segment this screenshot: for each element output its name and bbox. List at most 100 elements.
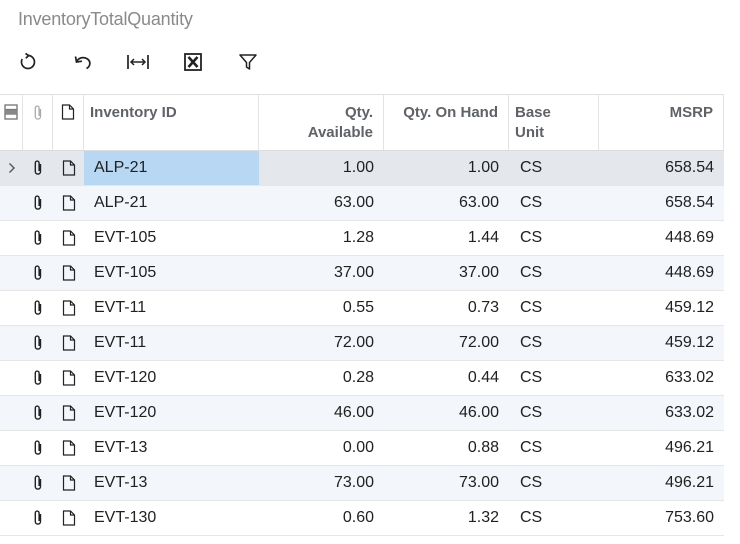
row-selector[interactable]	[0, 256, 23, 290]
cell-qty-available[interactable]: 1.00	[259, 151, 384, 185]
cell-qty-on-hand[interactable]: 63.00	[384, 186, 509, 220]
cell-base-unit[interactable]: CS	[509, 151, 599, 185]
table-row[interactable]: ALP-21 63.00 63.00 CS 658.54	[0, 186, 724, 221]
row-attachment-button[interactable]	[23, 151, 53, 185]
row-attachment-button[interactable]	[23, 431, 53, 465]
table-row[interactable]: EVT-11 0.55 0.73 CS 459.12	[0, 291, 724, 326]
cell-inventory-id[interactable]: EVT-120	[84, 396, 259, 430]
row-note-button[interactable]	[53, 431, 84, 465]
row-attachment-button[interactable]	[23, 361, 53, 395]
row-selector[interactable]	[0, 361, 23, 395]
table-row[interactable]: EVT-120 0.28 0.44 CS 633.02	[0, 361, 724, 396]
table-row[interactable]: ALP-21 1.00 1.00 CS 658.54	[0, 151, 724, 186]
cell-inventory-id[interactable]: EVT-120	[84, 361, 259, 395]
fit-columns-button[interactable]	[120, 46, 156, 78]
row-selector[interactable]	[0, 431, 23, 465]
cell-msrp[interactable]: 633.02	[599, 361, 724, 395]
cell-qty-available[interactable]: 0.60	[259, 501, 384, 535]
cell-msrp[interactable]: 459.12	[599, 291, 724, 325]
cell-base-unit[interactable]: CS	[509, 291, 599, 325]
row-selector[interactable]	[0, 186, 23, 220]
cell-msrp[interactable]: 496.21	[599, 466, 724, 500]
cell-qty-on-hand[interactable]: 37.00	[384, 256, 509, 290]
cell-qty-on-hand[interactable]: 46.00	[384, 396, 509, 430]
cell-msrp[interactable]: 448.69	[599, 256, 724, 290]
export-excel-button[interactable]	[175, 46, 211, 78]
cell-msrp[interactable]: 658.54	[599, 186, 724, 220]
cell-inventory-id[interactable]: ALP-21	[84, 186, 259, 220]
cell-base-unit[interactable]: CS	[509, 431, 599, 465]
cell-qty-available[interactable]: 0.00	[259, 431, 384, 465]
cell-qty-available[interactable]: 73.00	[259, 466, 384, 500]
cell-inventory-id[interactable]: EVT-105	[84, 256, 259, 290]
row-selector[interactable]	[0, 291, 23, 325]
cell-base-unit[interactable]: CS	[509, 466, 599, 500]
cell-qty-available[interactable]: 63.00	[259, 186, 384, 220]
cell-qty-on-hand[interactable]: 0.88	[384, 431, 509, 465]
row-attachment-button[interactable]	[23, 221, 53, 255]
cell-base-unit[interactable]: CS	[509, 501, 599, 535]
cell-msrp[interactable]: 459.12	[599, 326, 724, 360]
table-row[interactable]: EVT-13 0.00 0.88 CS 496.21	[0, 431, 724, 466]
cell-base-unit[interactable]: CS	[509, 221, 599, 255]
column-header-base-unit[interactable]: Base Unit	[509, 95, 599, 150]
cell-msrp[interactable]: 753.60	[599, 501, 724, 535]
cell-inventory-id[interactable]: EVT-13	[84, 466, 259, 500]
cell-qty-on-hand[interactable]: 72.00	[384, 326, 509, 360]
filter-button[interactable]	[230, 46, 266, 78]
column-header-msrp[interactable]: MSRP	[599, 95, 724, 150]
cell-inventory-id[interactable]: EVT-11	[84, 291, 259, 325]
row-selector[interactable]	[0, 501, 23, 535]
row-selector[interactable]	[0, 151, 23, 185]
row-note-button[interactable]	[53, 361, 84, 395]
cell-qty-on-hand[interactable]: 1.44	[384, 221, 509, 255]
cell-qty-available[interactable]: 0.55	[259, 291, 384, 325]
cell-msrp[interactable]: 448.69	[599, 221, 724, 255]
cell-base-unit[interactable]: CS	[509, 256, 599, 290]
column-header-qty-on-hand[interactable]: Qty. On Hand	[384, 95, 509, 150]
cell-base-unit[interactable]: CS	[509, 396, 599, 430]
attachments-column-header[interactable]	[23, 95, 53, 150]
table-row[interactable]: EVT-105 1.28 1.44 CS 448.69	[0, 221, 724, 256]
cell-qty-available[interactable]: 1.28	[259, 221, 384, 255]
cell-qty-available[interactable]: 46.00	[259, 396, 384, 430]
cell-msrp[interactable]: 633.02	[599, 396, 724, 430]
row-selector[interactable]	[0, 466, 23, 500]
row-note-button[interactable]	[53, 186, 84, 220]
cell-inventory-id[interactable]: EVT-13	[84, 431, 259, 465]
cell-inventory-id[interactable]: EVT-105	[84, 221, 259, 255]
row-attachment-button[interactable]	[23, 291, 53, 325]
cell-base-unit[interactable]: CS	[509, 326, 599, 360]
table-row[interactable]: EVT-130 0.60 1.32 CS 753.60	[0, 501, 724, 536]
column-header-inventory-id[interactable]: Inventory ID	[84, 95, 259, 150]
table-row[interactable]: EVT-13 73.00 73.00 CS 496.21	[0, 466, 724, 501]
cell-base-unit[interactable]: CS	[509, 361, 599, 395]
cell-inventory-id[interactable]: EVT-11	[84, 326, 259, 360]
row-note-button[interactable]	[53, 256, 84, 290]
cell-msrp[interactable]: 496.21	[599, 431, 724, 465]
cell-qty-on-hand[interactable]: 1.32	[384, 501, 509, 535]
row-selector[interactable]	[0, 221, 23, 255]
row-attachment-button[interactable]	[23, 466, 53, 500]
row-attachment-button[interactable]	[23, 256, 53, 290]
row-note-button[interactable]	[53, 466, 84, 500]
cell-qty-available[interactable]: 37.00	[259, 256, 384, 290]
cell-qty-on-hand[interactable]: 0.44	[384, 361, 509, 395]
notes-column-header[interactable]	[53, 95, 84, 150]
table-row[interactable]: EVT-105 37.00 37.00 CS 448.69	[0, 256, 724, 291]
row-note-button[interactable]	[53, 221, 84, 255]
row-note-button[interactable]	[53, 151, 84, 185]
cell-msrp[interactable]: 658.54	[599, 151, 724, 185]
table-row[interactable]: EVT-120 46.00 46.00 CS 633.02	[0, 396, 724, 431]
cell-qty-on-hand[interactable]: 1.00	[384, 151, 509, 185]
row-note-button[interactable]	[53, 396, 84, 430]
table-row[interactable]: EVT-11 72.00 72.00 CS 459.12	[0, 326, 724, 361]
row-attachment-button[interactable]	[23, 396, 53, 430]
row-selector[interactable]	[0, 396, 23, 430]
refresh-button[interactable]	[10, 46, 46, 78]
cell-qty-on-hand[interactable]: 0.73	[384, 291, 509, 325]
column-header-qty-available[interactable]: Qty. Available	[259, 95, 384, 150]
cell-qty-available[interactable]: 0.28	[259, 361, 384, 395]
row-note-button[interactable]	[53, 501, 84, 535]
row-attachment-button[interactable]	[23, 326, 53, 360]
